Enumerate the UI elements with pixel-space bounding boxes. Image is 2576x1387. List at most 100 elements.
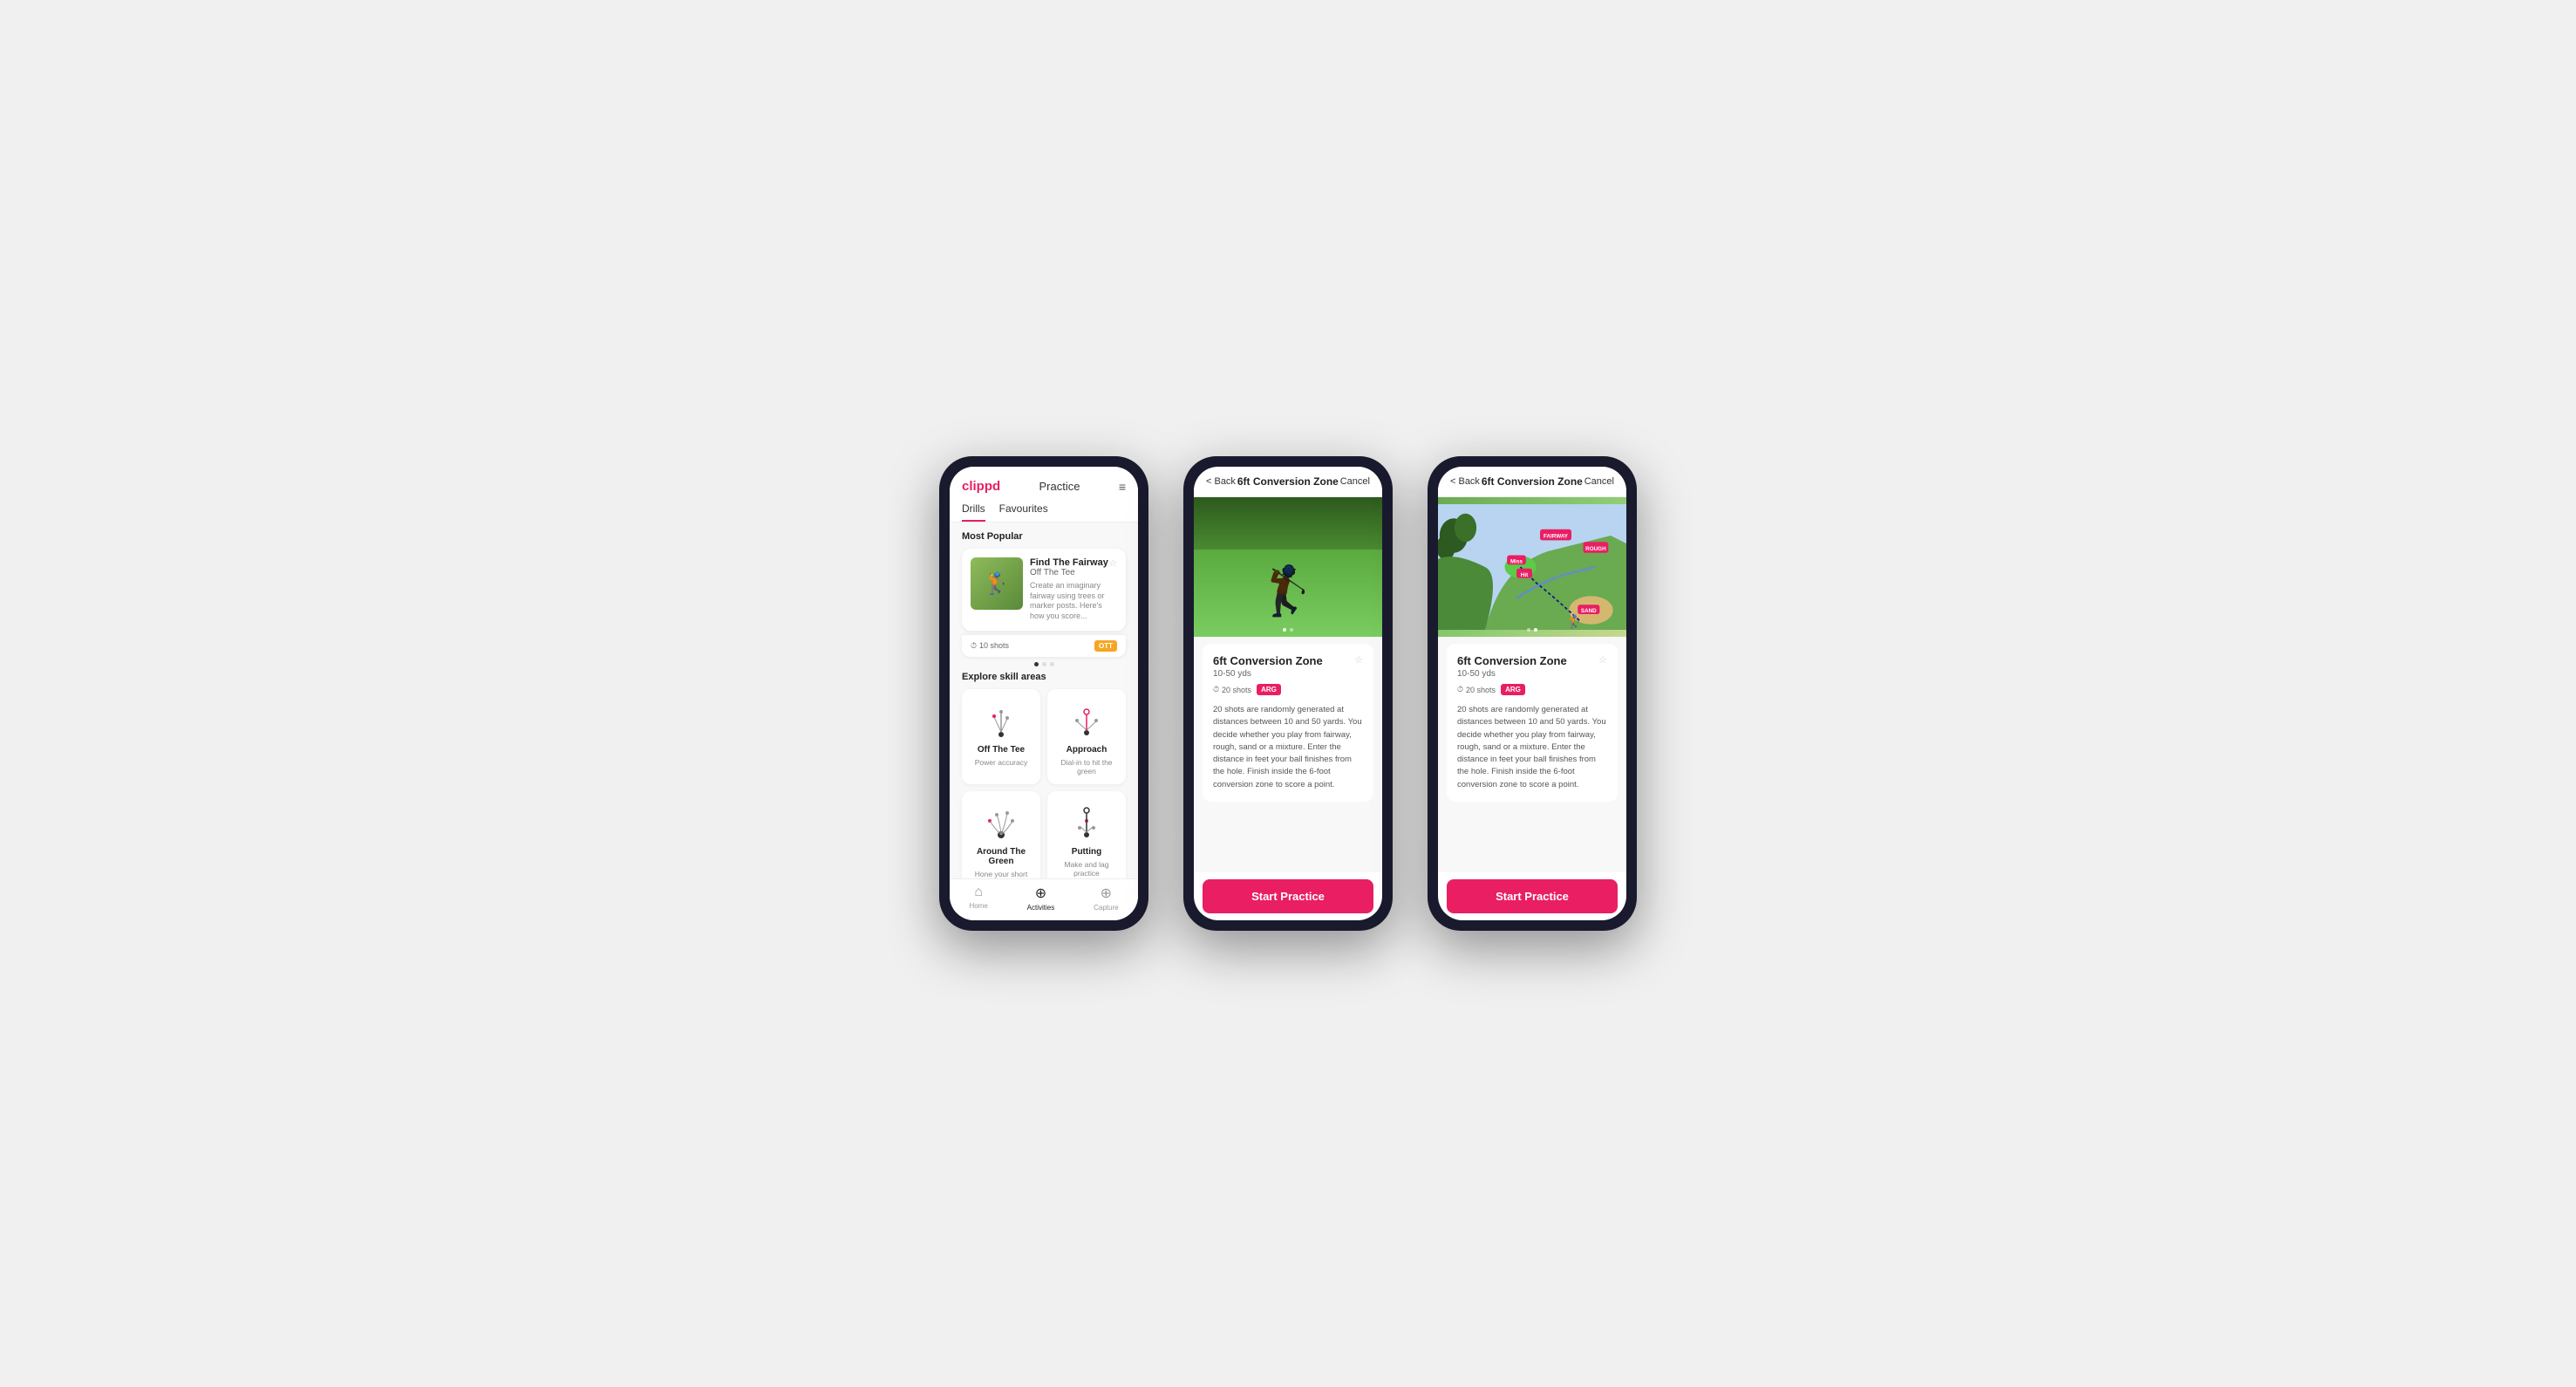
drill-range: 10-50 yds: [1213, 669, 1363, 679]
skill-card-approach[interactable]: Approach Dial-in to hit the green: [1047, 689, 1126, 784]
drill-info: Find The Fairway Off The Tee ☆ Create an…: [1030, 557, 1117, 622]
svg-text:🏌️: 🏌️: [1567, 614, 1583, 630]
back-button[interactable]: < Back: [1450, 476, 1480, 487]
bottom-navigation: ⌂ Home ⊕ Activities ⊕ Capture: [950, 878, 1138, 920]
start-practice-button[interactable]: Start Practice: [1447, 879, 1618, 913]
drill-range: 10-50 yds: [1457, 669, 1607, 679]
detail-header: < Back 6ft Conversion Zone Cancel: [1194, 467, 1382, 497]
app-header: clippd Practice ≡ Drills Favourites: [950, 467, 1138, 523]
activities-icon: ⊕: [1035, 885, 1046, 902]
drill-photo: 🏌️: [1194, 497, 1382, 637]
dot-3[interactable]: [1050, 662, 1054, 666]
dot-2[interactable]: [1042, 662, 1046, 666]
image-carousel-dots: [1527, 628, 1537, 632]
drill-title: Find The Fairway: [1030, 557, 1108, 568]
capture-icon: ⊕: [1101, 885, 1112, 902]
drill-detail-content: FAIRWAY ROUGH Miss Hit SAND 🏌️: [1438, 497, 1626, 872]
nav-activities-label: Activities: [1027, 904, 1055, 912]
screen-title: 6ft Conversion Zone: [1237, 475, 1339, 488]
drill-info-card: 6ft Conversion Zone ☆ 10-50 yds ⏱ 20 sho…: [1203, 644, 1373, 802]
drill-map: FAIRWAY ROUGH Miss Hit SAND 🏌️: [1438, 497, 1626, 637]
drill-name: 6ft Conversion Zone: [1213, 654, 1323, 667]
phone-2: < Back 6ft Conversion Zone Cancel 🏌️ 6ft…: [1183, 456, 1393, 931]
skill-card-atg[interactable]: Around The Green Hone your short game: [962, 791, 1040, 878]
screen-title: 6ft Conversion Zone: [1482, 475, 1583, 488]
drill-description: 20 shots are randomly generated at dista…: [1213, 704, 1363, 791]
skill-desc-approach: Dial-in to hit the green: [1056, 758, 1117, 775]
favourite-star[interactable]: ☆: [1354, 654, 1363, 666]
drill-subtitle: Off The Tee: [1030, 568, 1108, 577]
svg-text:ROUGH: ROUGH: [1585, 546, 1606, 552]
skill-card-ott[interactable]: Off The Tee Power accuracy: [962, 689, 1040, 784]
nav-capture[interactable]: ⊕ Capture: [1094, 885, 1118, 912]
favourite-star[interactable]: ☆: [1598, 654, 1607, 666]
skill-name-putting: Putting: [1072, 847, 1101, 857]
img-dot-1[interactable]: [1527, 628, 1530, 632]
cancel-button[interactable]: Cancel: [1584, 476, 1614, 487]
skill-name-approach: Approach: [1067, 745, 1107, 755]
arg-badge: ARG: [1501, 684, 1525, 695]
start-practice-button[interactable]: Start Practice: [1203, 879, 1373, 913]
tab-bar: Drills Favourites: [962, 502, 1126, 522]
menu-icon[interactable]: ≡: [1119, 480, 1126, 494]
golfer-figure: 🏌️: [1258, 563, 1318, 619]
skill-desc-ott: Power accuracy: [975, 758, 1027, 767]
tab-drills[interactable]: Drills: [962, 502, 985, 522]
carousel-dots: [962, 662, 1126, 666]
nav-activities[interactable]: ⊕ Activities: [1027, 885, 1055, 912]
tab-favourites[interactable]: Favourites: [999, 502, 1048, 522]
drill-thumbnail: 🏌️: [971, 557, 1023, 610]
nav-home[interactable]: ⌂ Home: [969, 885, 987, 912]
drill-name: 6ft Conversion Zone: [1457, 654, 1567, 667]
drill-category-badge: OTT: [1094, 640, 1117, 652]
drill-description: 20 shots are randomly generated at dista…: [1457, 704, 1607, 791]
skill-card-putting[interactable]: Putting Make and lag practice: [1047, 791, 1126, 878]
detail-header: < Back 6ft Conversion Zone Cancel: [1438, 467, 1626, 497]
most-popular-title: Most Popular: [962, 531, 1126, 542]
svg-text:SAND: SAND: [1581, 608, 1597, 614]
shots-meta: ⏱ 20 shots: [1213, 685, 1251, 694]
img-dot-2[interactable]: [1534, 628, 1537, 632]
clock-icon: ⏱: [1213, 685, 1219, 694]
course-map-svg: FAIRWAY ROUGH Miss Hit SAND 🏌️: [1438, 497, 1626, 637]
header-title: Practice: [1039, 480, 1080, 493]
notch: [1018, 456, 1070, 463]
notch: [1262, 456, 1314, 463]
explore-title: Explore skill areas: [962, 672, 1126, 682]
image-carousel-dots: [1283, 628, 1293, 632]
home-icon: ⌂: [974, 885, 983, 900]
main-content: Most Popular 🏌️ Find The Fairway Off The…: [950, 523, 1138, 878]
dot-1[interactable]: [1034, 662, 1039, 666]
shots-count: ⏱ 10 shots: [971, 641, 1009, 651]
shots-meta: ⏱ 20 shots: [1457, 685, 1496, 694]
svg-text:Hit: Hit: [1521, 572, 1529, 578]
favourite-icon[interactable]: ☆: [1108, 557, 1117, 569]
img-dot-1[interactable]: [1283, 628, 1286, 632]
cancel-button[interactable]: Cancel: [1340, 476, 1370, 487]
nav-home-label: Home: [969, 902, 987, 910]
skill-desc-putting: Make and lag practice: [1056, 860, 1117, 878]
drill-meta: ⏱ 20 shots ARG: [1213, 684, 1363, 695]
drill-info-card: 6ft Conversion Zone ☆ 10-50 yds ⏱ 20 sho…: [1447, 644, 1618, 802]
svg-text:Miss: Miss: [1510, 559, 1523, 565]
arg-badge: ARG: [1257, 684, 1281, 695]
phone-3: < Back 6ft Conversion Zone Cancel: [1428, 456, 1637, 931]
atg-icon: [979, 800, 1023, 844]
skill-desc-atg: Hone your short game: [971, 870, 1032, 878]
drill-detail-content: 🏌️ 6ft Conversion Zone ☆ 10-50 yds ⏱ 20 …: [1194, 497, 1382, 872]
clock-icon: ⏱: [1457, 685, 1463, 694]
img-dot-2[interactable]: [1290, 628, 1293, 632]
nav-capture-label: Capture: [1094, 904, 1118, 912]
putting-icon: [1065, 800, 1108, 844]
back-button[interactable]: < Back: [1206, 476, 1236, 487]
featured-drill-card[interactable]: 🏌️ Find The Fairway Off The Tee ☆ Create…: [962, 549, 1126, 631]
notch: [1506, 456, 1558, 463]
ott-icon: [979, 698, 1023, 741]
skill-name-ott: Off The Tee: [978, 745, 1025, 755]
svg-text:FAIRWAY: FAIRWAY: [1544, 534, 1569, 540]
approach-icon: [1065, 698, 1108, 741]
skill-grid: Off The Tee Power accuracy: [962, 689, 1126, 878]
drill-description: Create an imaginary fairway using trees …: [1030, 581, 1117, 622]
skill-name-atg: Around The Green: [971, 847, 1032, 866]
clock-icon: ⏱: [971, 641, 977, 651]
